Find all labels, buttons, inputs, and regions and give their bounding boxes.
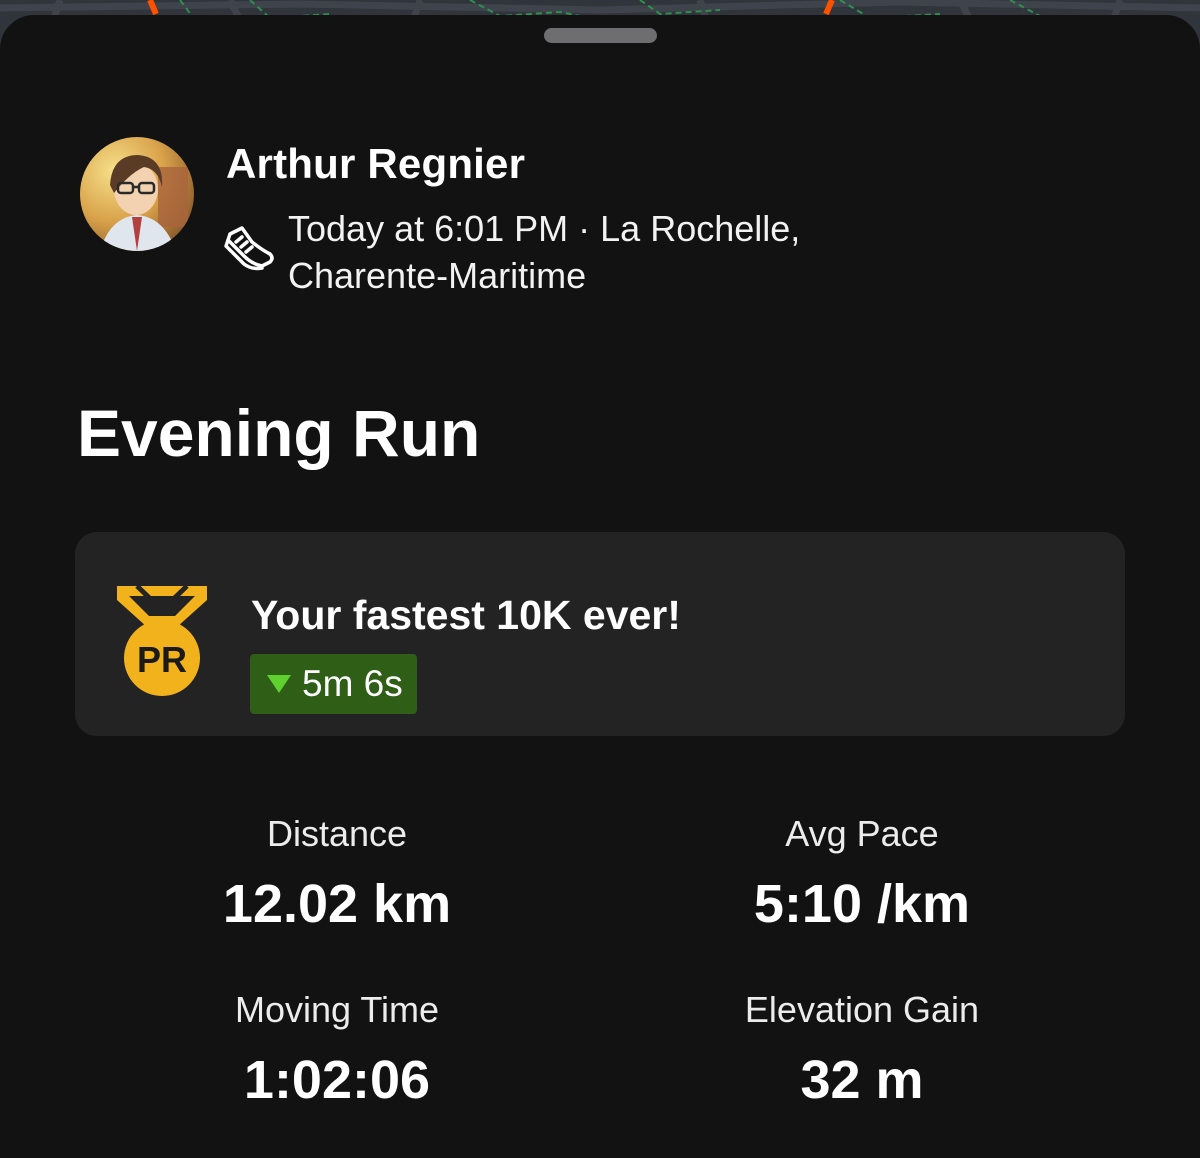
improvement-time: 5m 6s	[302, 663, 403, 704]
route-line	[147, 0, 159, 16]
achievement-card[interactable]: PR Your fastest 10K ever! 5m 6s	[75, 532, 1125, 736]
avatar-image	[80, 137, 194, 251]
stat-distance: Distance 12.02 km	[127, 813, 547, 935]
activity-title[interactable]: Evening Run	[77, 395, 480, 471]
stat-value: 12.02 km	[222, 874, 452, 934]
stat-label: Moving Time	[234, 989, 440, 1030]
athlete-avatar[interactable]	[80, 137, 194, 251]
stat-value: 1:02:06	[243, 1050, 431, 1110]
stat-elevation-gain: Elevation Gain 32 m	[652, 989, 1072, 1111]
pr-medal-icon: PR	[113, 582, 211, 700]
stat-moving-time: Moving Time 1:02:06	[127, 989, 547, 1111]
activity-bottom-sheet: Arthur Regnier Today at 6:01 PM · La Roc…	[0, 15, 1200, 1158]
achievement-headline: Your fastest 10K ever!	[251, 592, 681, 638]
running-shoe-icon	[222, 220, 276, 274]
stat-label: Elevation Gain	[744, 989, 980, 1030]
pr-medal-text: PR	[137, 639, 187, 680]
stat-value: 32 m	[800, 1050, 924, 1110]
stat-label: Avg Pace	[785, 813, 939, 854]
stat-value: 5:10 /km	[753, 874, 971, 934]
drag-handle[interactable]	[544, 28, 657, 43]
down-arrow-icon	[267, 675, 291, 693]
activity-meta: Today at 6:01 PM · La Rochelle, Charente…	[288, 208, 801, 296]
stat-avg-pace: Avg Pace 5:10 /km	[652, 813, 1072, 935]
stat-label: Distance	[266, 813, 408, 854]
improvement-badge: 5m 6s	[250, 654, 417, 714]
athlete-name[interactable]: Arthur Regnier	[226, 140, 525, 188]
